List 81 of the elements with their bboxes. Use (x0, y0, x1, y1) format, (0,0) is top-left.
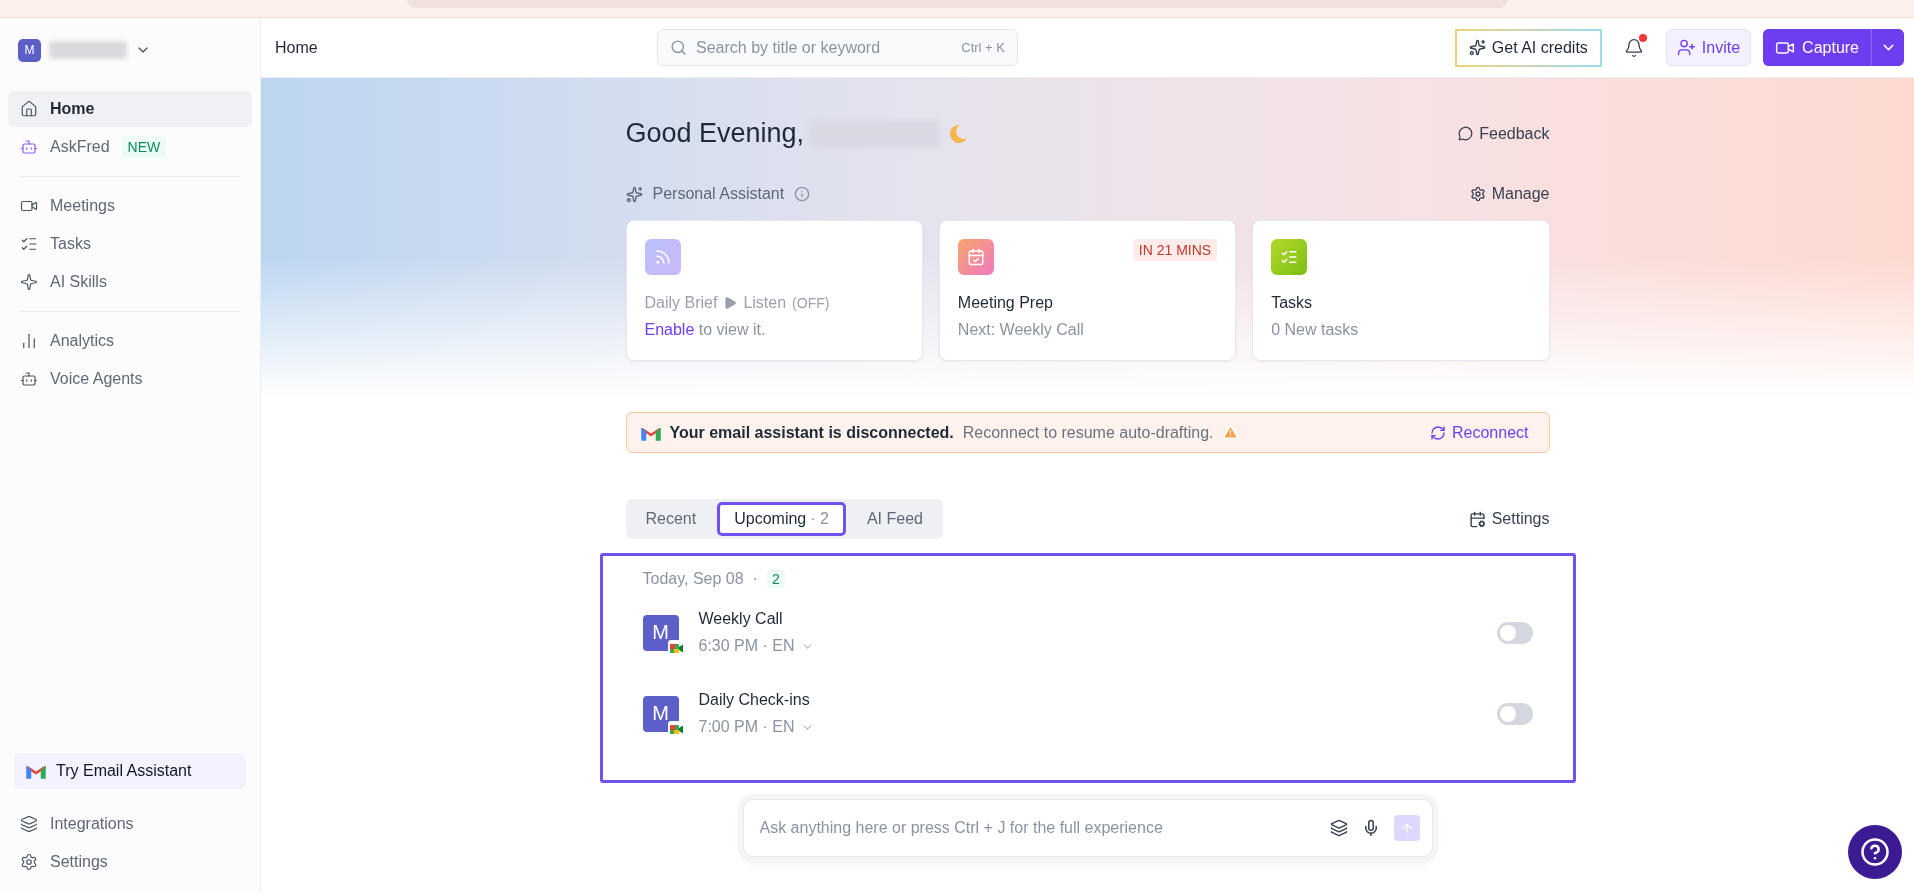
invite-button[interactable]: Invite (1665, 29, 1752, 66)
day-label: Today, Sep 08 (642, 570, 744, 588)
search-placeholder: Search by title or keyword (696, 38, 882, 57)
meeting-title: Weekly Call (698, 610, 784, 628)
meeting-avatar: M (642, 614, 679, 651)
time-badge: IN 21 MINS (1132, 239, 1218, 261)
enable-link[interactable]: Enable (644, 321, 695, 338)
settings-icon (20, 853, 38, 871)
card-title: Meeting Prep (957, 294, 1054, 312)
sidebar-item[interactable]: AI Skills (8, 264, 252, 300)
meeting-details: 6:30 PM · EN (698, 637, 795, 655)
ai-credits-button[interactable]: Get AI credits (1454, 28, 1602, 67)
shortcut-hint: Ctrl + K (961, 40, 1005, 55)
greeting: Good Evening, (625, 118, 805, 149)
sidebar-item[interactable]: AskFred NEW (8, 129, 252, 165)
sidebar-item[interactable]: Home (8, 91, 252, 127)
assistant-card[interactable]: Daily Brief Listen (OFF) Enable to view it. (625, 220, 923, 361)
sidebar-item[interactable]: Integrations (8, 806, 252, 842)
sidebar-item[interactable]: Voice Agents (8, 361, 252, 397)
sparkles-icon (625, 185, 643, 203)
help-icon (1860, 837, 1890, 867)
mail-icon (26, 763, 46, 779)
assistant-card[interactable]: IN 21 MINS Meeting Prep Next: Weekly Call (938, 220, 1237, 361)
sparkles-icon (1468, 39, 1486, 56)
calendar-icon (957, 239, 994, 275)
meeting-avatar: M (642, 695, 679, 732)
meeting-row[interactable]: M Weekly Call 6:30 PM · EN (642, 592, 1533, 673)
promo-item[interactable]: Try Email Assistant (14, 753, 246, 789)
nav-icon (20, 235, 38, 253)
card-title: Tasks (1271, 294, 1314, 312)
tab[interactable]: Recent (628, 502, 714, 536)
layers-icon (20, 815, 38, 833)
info-icon[interactable] (794, 186, 811, 202)
toggle-switch[interactable] (1496, 702, 1533, 725)
toggle-switch[interactable] (1496, 621, 1533, 644)
refresh-icon (1430, 424, 1446, 441)
search-field[interactable]: Search by title or keyword Ctrl + K (657, 29, 1018, 66)
nav-icon (20, 273, 38, 291)
separator: · (752, 570, 758, 588)
meeting-details: 7:00 PM · EN (698, 718, 795, 736)
calendar-gear-icon (1468, 510, 1486, 528)
breadcrumb: Home (275, 38, 319, 57)
banner-title: Your email assistant is disconnected. (669, 423, 954, 442)
meeting-row[interactable]: M Daily Check-ins 7:00 PM · EN (642, 673, 1533, 754)
nav-icon (20, 100, 38, 118)
section-title: Personal Assistant (652, 185, 785, 203)
feed-icon (644, 239, 681, 275)
workspace-avatar[interactable]: M (18, 38, 41, 62)
status-label: (OFF) (792, 295, 830, 311)
tab[interactable]: Upcoming · 2 (717, 502, 846, 536)
layers-icon[interactable] (1329, 819, 1348, 837)
banner-message: Reconnect to resume auto-drafting. (962, 423, 1214, 442)
nav-icon (20, 332, 38, 350)
settings-icon (1469, 186, 1486, 202)
meeting-title: Daily Check-ins (698, 691, 811, 709)
manage-link[interactable]: Manage (1469, 185, 1550, 203)
checklist-icon (1271, 239, 1308, 275)
nav-icon (20, 370, 38, 388)
card-subtitle: 0 New tasks (1271, 321, 1360, 339)
nav-icon (20, 138, 38, 156)
card-subtitle: Next: Weekly Call (957, 321, 1085, 339)
sidebar-item[interactable]: Meetings (8, 188, 252, 224)
calendar-settings-link[interactable]: Settings (1468, 510, 1550, 528)
bell-icon (1623, 37, 1644, 58)
search-icon (670, 39, 687, 56)
chat-bubble-icon (1458, 126, 1474, 141)
reconnect-button[interactable]: Reconnect (1424, 422, 1535, 443)
play-icon (723, 296, 738, 310)
user-plus-icon (1676, 38, 1696, 57)
card-title: Daily Brief (644, 294, 718, 312)
new-badge: NEW (121, 136, 167, 158)
capture-button[interactable]: Capture (1763, 29, 1872, 66)
sidebar-item[interactable]: Analytics (8, 323, 252, 359)
warning-icon (1222, 425, 1238, 440)
count-badge: 2 (766, 570, 785, 588)
sidebar-item[interactable]: Settings (8, 844, 252, 880)
assistant-card[interactable]: Tasks 0 New tasks (1252, 220, 1550, 361)
feedback-link[interactable]: Feedback (1458, 124, 1550, 143)
tab[interactable]: AI Feed (849, 502, 940, 536)
card-text: Enable to view it. (644, 321, 767, 339)
sidebar-item[interactable]: Tasks (8, 226, 252, 262)
